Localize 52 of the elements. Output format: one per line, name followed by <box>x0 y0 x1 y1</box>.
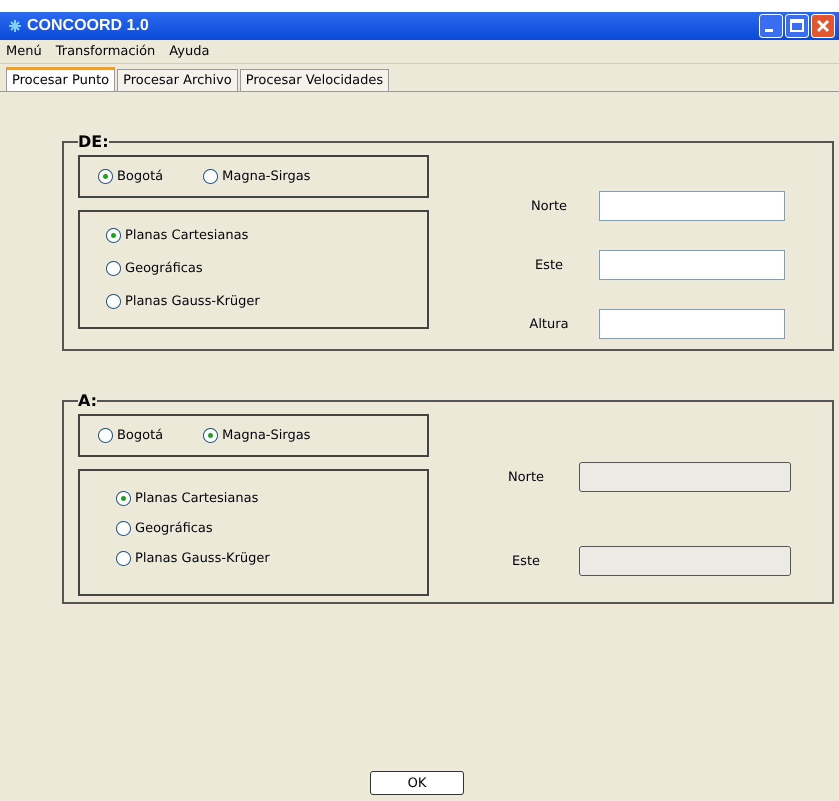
radio-button[interactable] <box>116 491 131 506</box>
minimize-icon[interactable] <box>759 14 783 38</box>
radio-label: Bogotá <box>117 428 164 443</box>
radio-option[interactable]: Geográficas <box>116 521 391 536</box>
input-field[interactable] <box>599 250 785 280</box>
radio-label: Bogotá <box>117 169 164 184</box>
close-icon[interactable] <box>811 14 835 38</box>
radio-label: Planas Gauss-Krüger <box>125 294 260 309</box>
radio-option[interactable]: Planas Gauss-Krüger <box>116 551 391 566</box>
field-label: Este <box>534 258 564 272</box>
radio-button[interactable] <box>203 428 218 443</box>
field-label: Norte <box>530 198 568 214</box>
radio-label: Geográficas <box>125 261 203 276</box>
radio-option[interactable]: Geográficas <box>106 261 401 276</box>
radio-option[interactable]: Planas Cartesianas <box>106 228 401 243</box>
group-title: DE: <box>78 132 109 151</box>
radio-button[interactable] <box>106 261 121 276</box>
group-title: A: <box>78 391 98 410</box>
menu-item[interactable]: Ayuda <box>169 44 210 59</box>
tab[interactable]: Procesar Archivo <box>117 69 238 91</box>
radio-button[interactable] <box>106 228 121 243</box>
snowflake-icon <box>8 19 22 33</box>
tab[interactable]: Procesar Velocidades <box>240 69 390 91</box>
radio-label: Planas Gauss-Krüger <box>135 551 270 566</box>
radio-option[interactable]: Magna-Sirgas <box>203 169 310 184</box>
window-title: CONCOORD 1.0 <box>27 17 150 35</box>
radio-button[interactable] <box>98 428 113 443</box>
tab[interactable]: Procesar Punto <box>6 67 116 91</box>
radio-option[interactable]: Bogotá <box>98 428 164 443</box>
input-field[interactable] <box>599 191 785 221</box>
radio-button[interactable] <box>98 169 113 184</box>
field-label: Norte <box>506 470 546 484</box>
radio-label: Planas Cartesianas <box>125 228 248 243</box>
radio-option[interactable]: Magna-Sirgas <box>203 428 310 443</box>
radio-button[interactable] <box>106 294 121 309</box>
radio-button[interactable] <box>203 169 218 184</box>
radio-button[interactable] <box>116 551 131 566</box>
radio-label: Magna-Sirgas <box>222 169 310 184</box>
radio-option[interactable]: Bogotá <box>98 169 164 184</box>
radio-label: Planas Cartesianas <box>135 491 258 506</box>
maximize-icon[interactable] <box>785 14 809 38</box>
radio-label: Magna-Sirgas <box>222 428 310 443</box>
input-field[interactable] <box>599 309 785 339</box>
ok-button[interactable]: OK <box>370 771 464 795</box>
radio-button[interactable] <box>116 521 131 536</box>
field-label: Altura <box>528 316 570 332</box>
radio-label: Geográficas <box>135 521 213 536</box>
radio-option[interactable]: Planas Gauss-Krüger <box>106 294 401 309</box>
menu-item[interactable]: Transformación <box>56 44 156 59</box>
field-label: Este <box>510 554 542 568</box>
radio-option[interactable]: Planas Cartesianas <box>116 491 391 506</box>
menu-item[interactable]: Menú <box>6 44 42 59</box>
